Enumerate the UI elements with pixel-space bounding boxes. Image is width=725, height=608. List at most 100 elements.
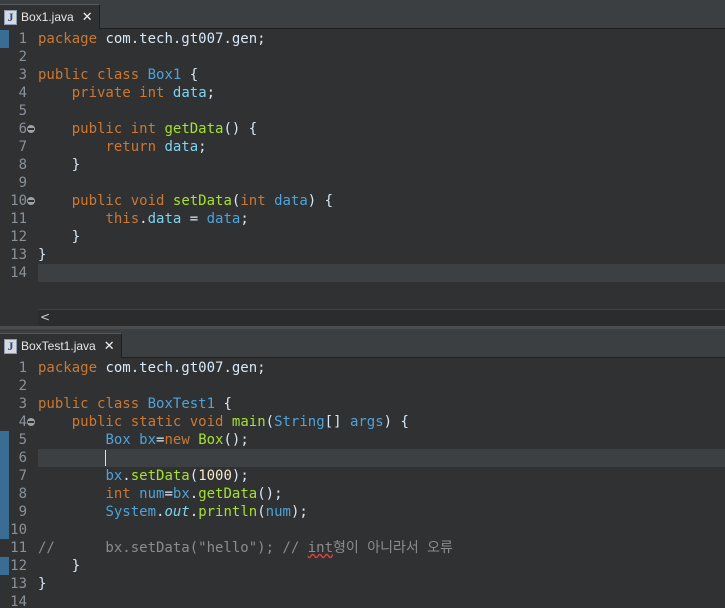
- line-number-row: 6: [0, 120, 36, 138]
- code-token: int: [307, 540, 334, 556]
- code-line[interactable]: [38, 593, 725, 608]
- code-token: class: [97, 67, 140, 83]
- code-token: 형이 아니라서 오류: [333, 540, 453, 556]
- line-number-row: 10: [0, 192, 36, 210]
- close-icon[interactable]: ✕: [104, 340, 115, 353]
- code-token: int: [105, 486, 131, 502]
- code-token: }: [38, 157, 81, 173]
- code-token: com.tech.gt007.gen;: [97, 360, 266, 376]
- code-line[interactable]: [38, 449, 725, 467]
- tab-label: BoxTest1.java: [21, 339, 96, 353]
- code-token: data: [147, 211, 182, 227]
- code-line[interactable]: }: [38, 557, 725, 575]
- line-number: 8: [18, 157, 27, 173]
- line-number-row: 13: [0, 246, 36, 264]
- code-area[interactable]: package com.tech.gt007.gen; public class …: [38, 359, 725, 608]
- line-number-row: 5: [0, 102, 36, 120]
- line-number-row: 12: [0, 228, 36, 246]
- tab-box1-java[interactable]: J Box1.java ✕: [0, 4, 100, 29]
- code-line[interactable]: package com.tech.gt007.gen;: [38, 359, 725, 377]
- code-token: out: [164, 504, 190, 520]
- editor-pane-box1: J Box1.java ✕ 1 2 3 4 5 6 7 8 9 10 11 12 13 14 packag…: [0, 0, 725, 326]
- code-line[interactable]: package com.tech.gt007.gen;: [38, 30, 725, 48]
- code-line[interactable]: // bx.setData("hello"); // int형이 아니라서 오류: [38, 539, 725, 557]
- collapse-icon[interactable]: [27, 125, 35, 133]
- code-line[interactable]: int num=bx.getData();: [38, 485, 725, 503]
- code-area[interactable]: package com.tech.gt007.gen; public class …: [38, 30, 725, 309]
- scroll-left-icon[interactable]: <: [40, 310, 50, 324]
- code-line[interactable]: public void setData(int data) {: [38, 192, 725, 210]
- code-editor-boxtest1[interactable]: 1 2 3 4 5 6 7 8 9 10 11 12 13 14 package com.tech.gt0…: [0, 359, 725, 608]
- line-number-row: 6: [0, 449, 36, 467]
- code-token: .: [189, 504, 199, 520]
- collapse-icon[interactable]: [27, 418, 35, 426]
- code-token: data: [274, 193, 308, 209]
- line-number: 4: [18, 414, 27, 430]
- code-token: (: [257, 504, 266, 520]
- line-number-row: 7: [0, 467, 36, 485]
- code-line[interactable]: [38, 102, 725, 120]
- code-token: ;: [198, 139, 207, 155]
- line-number-row: 1: [0, 30, 36, 48]
- line-number: 2: [18, 378, 27, 394]
- code-line[interactable]: [38, 521, 725, 539]
- line-number-row: 8: [0, 156, 36, 174]
- code-line[interactable]: return data;: [38, 138, 725, 156]
- code-token: num: [139, 486, 165, 502]
- code-token: bx: [105, 468, 123, 484]
- code-line[interactable]: [38, 264, 725, 282]
- code-line[interactable]: bx.setData(1000);: [38, 467, 725, 485]
- line-number: 6: [18, 450, 27, 466]
- code-line[interactable]: }: [38, 156, 725, 174]
- java-file-icon: J: [4, 338, 17, 354]
- code-line[interactable]: public class BoxTest1 {: [38, 395, 725, 413]
- line-number-gutter: 1 2 3 4 5 6 7 8 9 10 11 12 13 14: [0, 30, 36, 309]
- code-token: }: [38, 247, 47, 263]
- line-number-row: 10: [0, 521, 36, 539]
- close-icon[interactable]: ✕: [82, 11, 93, 24]
- horizontal-scrollbar[interactable]: <: [38, 309, 725, 326]
- code-line[interactable]: private int data;: [38, 84, 725, 102]
- code-line[interactable]: }: [38, 228, 725, 246]
- code-token: int: [130, 121, 157, 137]
- code-line[interactable]: public class Box1 {: [38, 66, 725, 84]
- line-number: 1: [18, 31, 27, 47]
- line-number: 5: [18, 432, 27, 448]
- code-line[interactable]: [38, 377, 725, 395]
- code-line[interactable]: [38, 48, 725, 66]
- code-token: return: [105, 139, 157, 155]
- code-token: data: [206, 211, 241, 227]
- code-token: Box: [198, 432, 224, 448]
- code-line[interactable]: public static void main(String[] args) {: [38, 413, 725, 431]
- code-token: {: [215, 396, 232, 412]
- code-line[interactable]: this.data = data;: [38, 210, 725, 228]
- code-line[interactable]: }: [38, 246, 725, 264]
- tab-boxtest1-java[interactable]: J BoxTest1.java ✕: [0, 333, 122, 358]
- code-token: ;: [240, 211, 249, 227]
- code-line[interactable]: public int getData() {: [38, 120, 725, 138]
- code-token: ();: [257, 486, 283, 502]
- code-token: }: [38, 558, 81, 574]
- code-editor-box1[interactable]: 1 2 3 4 5 6 7 8 9 10 11 12 13 14 package com.tech.gt0…: [0, 30, 725, 309]
- line-number-row: 11: [0, 210, 36, 228]
- code-line[interactable]: [38, 174, 725, 192]
- line-number-row: 1: [0, 359, 36, 377]
- code-line[interactable]: Box bx=new Box();: [38, 431, 725, 449]
- code-token: BoxTest1: [147, 396, 216, 412]
- code-token: Box: [105, 432, 131, 448]
- collapse-icon[interactable]: [27, 197, 35, 205]
- code-token: // bx.setData("hello"); //: [38, 540, 308, 556]
- code-token: public: [71, 121, 123, 137]
- code-line[interactable]: System.out.println(num);: [38, 503, 725, 521]
- code-line[interactable]: }: [38, 575, 725, 593]
- code-token: []: [324, 414, 350, 430]
